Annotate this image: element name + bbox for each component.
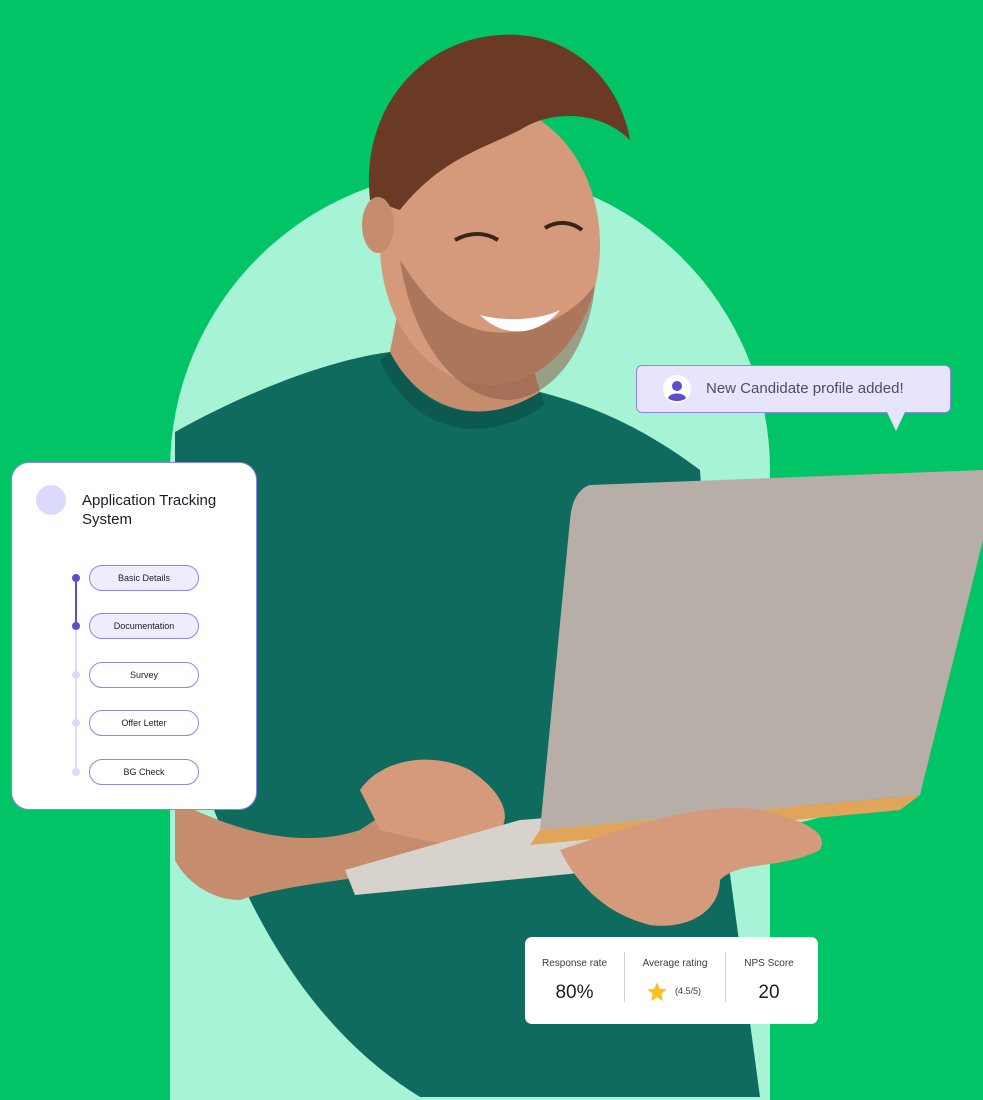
stat-value: 80% (555, 982, 594, 1003)
ats-step-documentation: Documentation (12, 613, 258, 639)
step-dot-icon (72, 622, 80, 630)
stat-value: 20 (758, 982, 780, 1003)
step-dot-icon (72, 719, 80, 727)
ats-track-pending (75, 627, 77, 773)
ats-step-basic-details: Basic Details (12, 565, 258, 591)
stat-response-rate: Response rate 80% (525, 937, 624, 1024)
ats-step-bg-check: BG Check (12, 759, 258, 785)
notification-text: New Candidate profile added! (706, 380, 904, 397)
ats-step-offer-letter: Offer Letter (12, 710, 258, 736)
stat-label: Average rating (642, 958, 708, 969)
ear (362, 197, 394, 253)
ats-step-pill[interactable]: BG Check (89, 759, 199, 785)
ats-step-survey: Survey (12, 662, 258, 688)
stat-average-rating: Average rating (4.5/5) (625, 937, 725, 1024)
ats-step-pill[interactable]: Basic Details (89, 565, 199, 591)
ats-title: Application Tracking System (82, 492, 217, 528)
step-dot-icon (72, 574, 80, 582)
star-icon (647, 982, 667, 1001)
stats-card: Response rate 80% Average rating (4.5/5)… (525, 937, 818, 1024)
step-dot-icon (72, 671, 80, 679)
notification-bubble[interactable]: New Candidate profile added! (636, 365, 951, 431)
ats-card: Application Tracking System Basic Detail… (11, 462, 257, 810)
ats-step-pill[interactable]: Survey (89, 662, 199, 688)
rating: (4.5/5) (625, 981, 725, 1005)
step-dot-icon (72, 768, 80, 776)
stat-nps-score: NPS Score 20 (726, 937, 812, 1024)
ats-step-pill[interactable]: Offer Letter (89, 710, 199, 736)
laptop-screen (540, 470, 983, 830)
user-profile-icon (663, 375, 691, 403)
rating-value: (4.5/5) (675, 986, 702, 996)
notification-tail (887, 412, 905, 431)
ats-avatar (36, 485, 66, 515)
ats-step-pill[interactable]: Documentation (89, 613, 199, 639)
stat-label: NPS Score (744, 958, 794, 969)
stat-label: Response rate (541, 958, 608, 969)
